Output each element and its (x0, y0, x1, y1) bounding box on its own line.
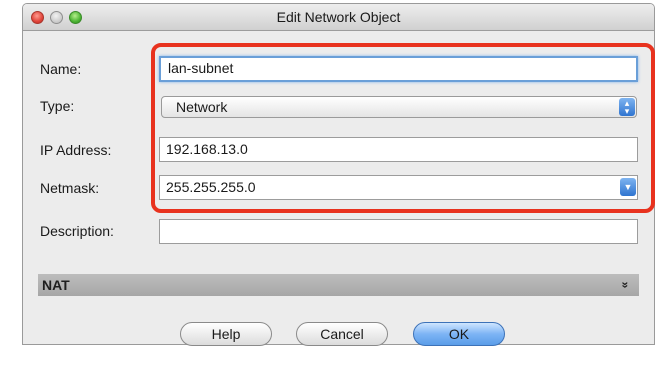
type-label: Type: (40, 98, 75, 114)
title-bar[interactable]: Edit Network Object (23, 4, 654, 31)
netmask-label: Netmask: (40, 180, 100, 196)
name-field[interactable]: lan-subnet (159, 56, 638, 82)
ip-address-label: IP Address: (40, 142, 112, 158)
description-field[interactable] (159, 219, 638, 244)
type-select[interactable]: Network ▴ ▾ (161, 96, 637, 118)
double-chevron-down-icon[interactable]: » (615, 282, 637, 289)
type-select-value: Network (176, 99, 228, 115)
netmask-value: 255.255.255.0 (166, 179, 256, 195)
nat-label: NAT (42, 277, 70, 293)
up-down-arrows-icon[interactable]: ▴ ▾ (619, 98, 635, 116)
netmask-combobox[interactable]: 255.255.255.0 ▼ (159, 175, 638, 200)
ok-button[interactable]: OK (413, 322, 505, 346)
ip-address-field[interactable]: 192.168.13.0 (159, 137, 638, 162)
help-button[interactable]: Help (180, 322, 272, 346)
description-label: Description: (40, 223, 114, 239)
name-label: Name: (40, 61, 82, 77)
nat-section-header[interactable]: NAT » (38, 274, 639, 296)
window-title: Edit Network Object (276, 9, 401, 25)
chevron-down-icon[interactable]: ▼ (620, 178, 636, 196)
cancel-button[interactable]: Cancel (296, 322, 388, 346)
